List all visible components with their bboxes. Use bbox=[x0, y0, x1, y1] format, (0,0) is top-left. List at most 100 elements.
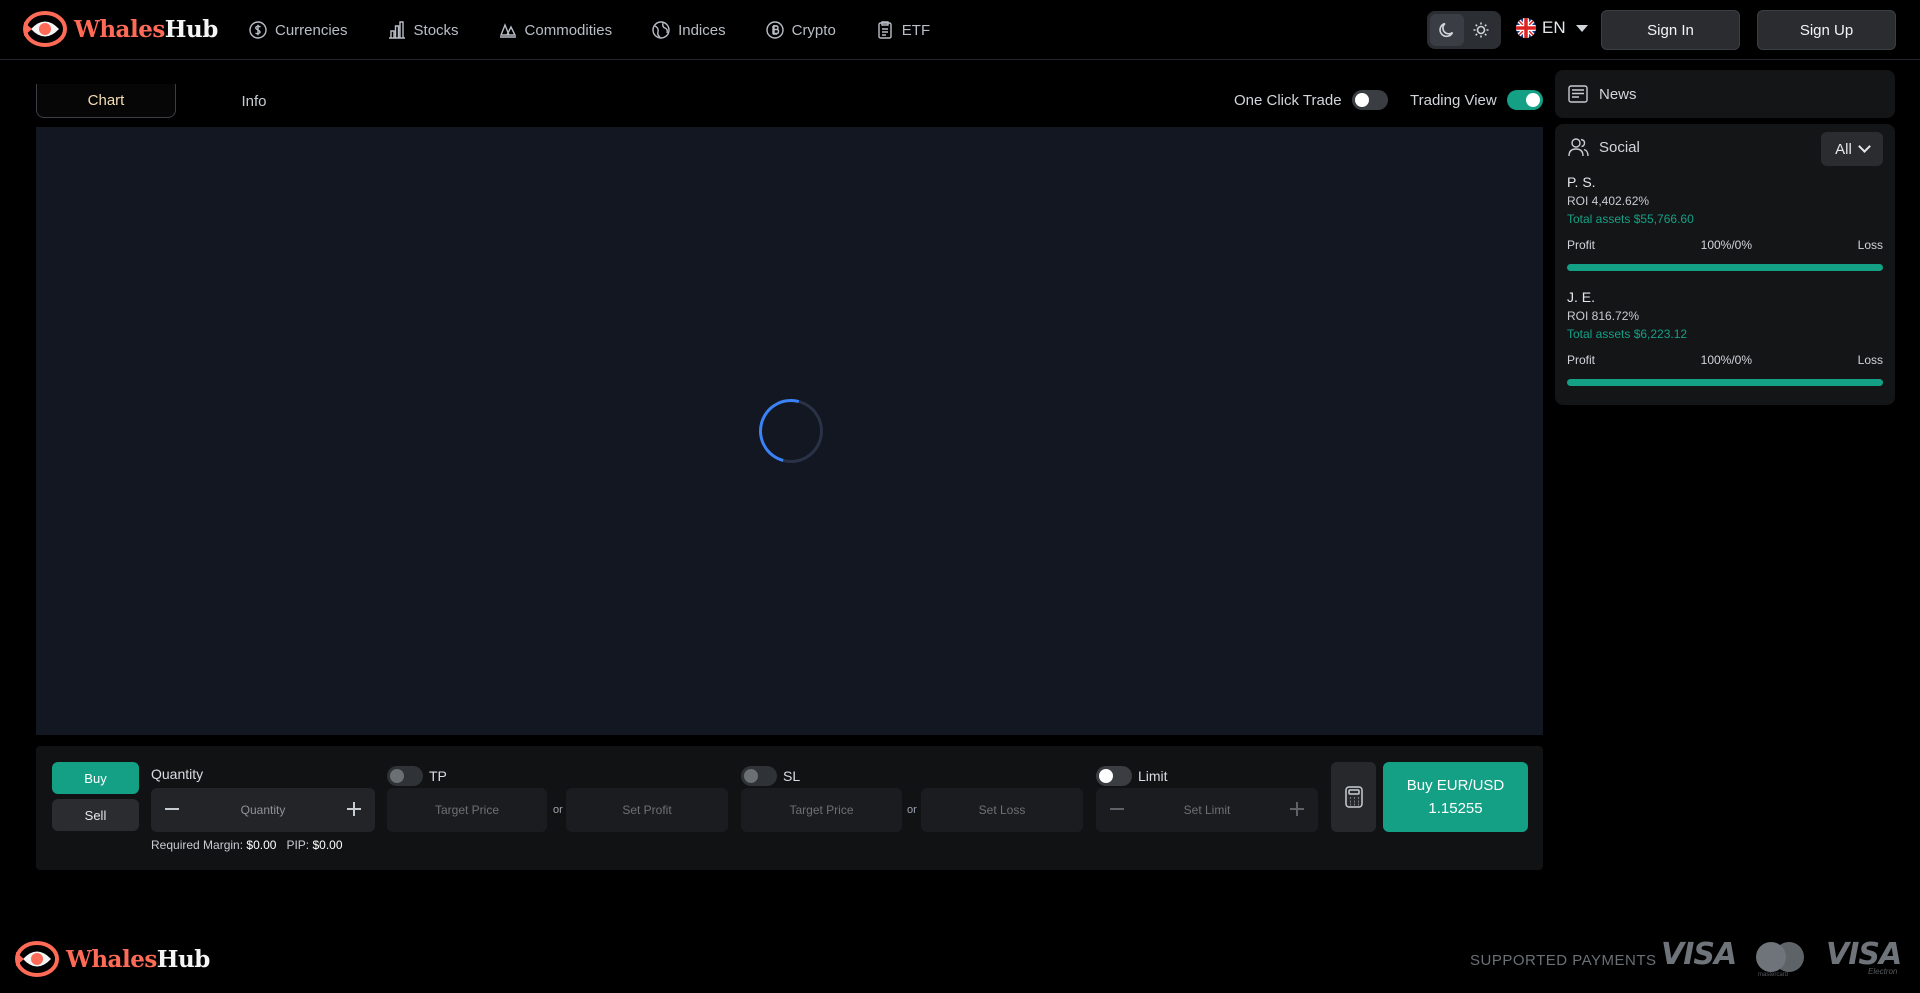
pip-label: PIP: bbox=[286, 838, 310, 852]
social-title: Social bbox=[1599, 138, 1640, 156]
filter-value: All bbox=[1835, 140, 1852, 158]
visa-electron-label: Electron bbox=[1868, 967, 1898, 976]
tp-target-price-input[interactable]: Target Price bbox=[387, 788, 547, 832]
calculator-icon bbox=[1344, 786, 1363, 808]
visa-logo: VISA bbox=[1661, 937, 1737, 972]
sl-target-price-input[interactable]: Target Price bbox=[741, 788, 902, 832]
tp-switch[interactable] bbox=[387, 766, 423, 786]
limit-label: Limit bbox=[1096, 766, 1168, 786]
buy-side-button[interactable]: Buy bbox=[52, 762, 139, 794]
loss-label: Loss bbox=[1857, 353, 1883, 367]
sl-switch[interactable] bbox=[741, 766, 777, 786]
profit-bar bbox=[1567, 264, 1883, 271]
commodities-icon bbox=[499, 23, 516, 38]
one-click-trade-toggle[interactable]: One Click Trade bbox=[1234, 90, 1388, 110]
quantity-stepper[interactable]: Quantity bbox=[151, 788, 375, 832]
profit-loss-row: Profit 100%/0% Loss bbox=[1567, 353, 1883, 367]
limit-stepper[interactable]: Set Limit bbox=[1096, 788, 1318, 832]
required-margin-label: Required Margin: bbox=[151, 838, 244, 852]
sign-in-button[interactable]: Sign In bbox=[1601, 10, 1740, 50]
quantity-label: Quantity bbox=[151, 766, 203, 782]
language-selector[interactable]: EN bbox=[1516, 18, 1588, 38]
bitcoin-icon bbox=[765, 21, 784, 39]
nav-label: Crypto bbox=[791, 21, 836, 39]
profit-loss-ratio: 100%/0% bbox=[1700, 238, 1753, 252]
light-mode-button[interactable] bbox=[1464, 14, 1498, 46]
buy-button-price: 1.15255 bbox=[1428, 800, 1483, 817]
footer-logo[interactable]: WhalesHub bbox=[14, 940, 210, 978]
tab-chart[interactable]: Chart bbox=[36, 84, 176, 118]
nav-currencies[interactable]: Currencies bbox=[248, 20, 348, 40]
nav-commodities[interactable]: Commodities bbox=[498, 20, 612, 40]
minus-icon[interactable] bbox=[163, 800, 181, 818]
newspaper-icon bbox=[1568, 85, 1588, 103]
brand-name-part2: Hub bbox=[164, 15, 219, 43]
dark-mode-button[interactable] bbox=[1430, 14, 1464, 46]
loading-spinner bbox=[747, 387, 835, 475]
theme-toggle bbox=[1427, 11, 1501, 49]
chart-area[interactable] bbox=[36, 127, 1543, 735]
sell-side-button[interactable]: Sell bbox=[52, 799, 139, 831]
sign-up-button[interactable]: Sign Up bbox=[1757, 10, 1896, 50]
whaleshub-logo-icon bbox=[15, 941, 59, 977]
brand-name: WhalesHub bbox=[74, 16, 218, 43]
brand-name: WhalesHub bbox=[66, 946, 210, 973]
brand-name-part1: Whales bbox=[66, 945, 157, 973]
social-header: Social bbox=[1567, 136, 1640, 158]
required-margin-value: $0.00 bbox=[246, 838, 277, 852]
tab-info[interactable]: Info bbox=[184, 84, 324, 118]
sl-label: SL bbox=[741, 766, 800, 786]
nav-label: ETF bbox=[901, 21, 931, 39]
pip-value: $0.00 bbox=[312, 838, 343, 852]
trader-card[interactable]: P. S. ROI 4,402.62% Total assets $55,766… bbox=[1567, 174, 1883, 271]
nav-label: Indices bbox=[678, 21, 726, 39]
trader-roi: ROI 816.72% bbox=[1567, 309, 1640, 323]
trader-card[interactable]: J. E. ROI 816.72% Total assets $6,223.12… bbox=[1567, 289, 1883, 386]
brand-logo[interactable]: WhalesHub bbox=[22, 10, 218, 48]
minus-icon[interactable] bbox=[1108, 800, 1126, 818]
trade-panel: Buy Sell Quantity Quantity TP Target Pri… bbox=[36, 746, 1543, 870]
tp-label: TP bbox=[387, 766, 447, 786]
sl-set-loss-input[interactable]: Set Loss bbox=[921, 788, 1083, 832]
tp-set-profit-input[interactable]: Set Profit bbox=[566, 788, 728, 832]
language-code: EN bbox=[1542, 18, 1566, 37]
buy-eurusd-button[interactable]: Buy EUR/USD 1.15255 bbox=[1383, 762, 1528, 832]
trader-assets: Total assets $6,223.12 bbox=[1567, 327, 1688, 341]
news-panel[interactable]: News bbox=[1555, 70, 1895, 118]
main-nav: Currencies Stocks Commodities Indices Cr… bbox=[248, 0, 969, 60]
nav-crypto[interactable]: Crypto bbox=[765, 20, 836, 40]
mastercard-logo bbox=[1756, 942, 1804, 972]
trader-roi: ROI 4,402.62% bbox=[1567, 194, 1650, 208]
or-text: or bbox=[553, 804, 563, 816]
nav-stocks[interactable]: Stocks bbox=[387, 20, 459, 40]
profit-loss-row: Profit 100%/0% Loss bbox=[1567, 238, 1883, 252]
uk-flag-icon bbox=[1516, 18, 1536, 38]
top-header: WhalesHub Currencies Stocks Commodities … bbox=[0, 0, 1920, 60]
trading-view-label: Trading View bbox=[1410, 91, 1497, 109]
nav-indices[interactable]: Indices bbox=[651, 20, 726, 40]
quantity-label-text: Quantity bbox=[151, 766, 204, 782]
trading-view-toggle[interactable]: Trading View bbox=[1410, 90, 1543, 110]
quantity-input[interactable]: Quantity bbox=[241, 803, 286, 817]
trading-view-switch[interactable] bbox=[1506, 90, 1543, 110]
whaleshub-logo-icon bbox=[23, 11, 67, 47]
trader-name: P. S. bbox=[1567, 174, 1596, 190]
social-filter-dropdown[interactable]: All bbox=[1821, 132, 1883, 166]
limit-input[interactable]: Set Limit bbox=[1184, 803, 1231, 817]
globe-icon bbox=[652, 21, 670, 39]
or-text: or bbox=[907, 804, 917, 816]
news-title: News bbox=[1599, 85, 1637, 103]
moon-icon bbox=[1439, 22, 1454, 38]
profit-label: Profit bbox=[1567, 353, 1596, 367]
plus-icon[interactable] bbox=[1288, 800, 1306, 818]
limit-switch[interactable] bbox=[1096, 766, 1132, 786]
caret-down-icon bbox=[1575, 24, 1588, 32]
one-click-trade-label: One Click Trade bbox=[1234, 91, 1342, 109]
nav-etf[interactable]: ETF bbox=[875, 20, 930, 40]
social-panel: Social All P. S. ROI 4,402.62% Total ass… bbox=[1555, 124, 1895, 405]
calculator-button[interactable] bbox=[1331, 762, 1376, 832]
one-click-trade-switch[interactable] bbox=[1351, 90, 1388, 110]
plus-icon[interactable] bbox=[345, 800, 363, 818]
clipboard-icon bbox=[878, 21, 892, 39]
profit-label: Profit bbox=[1567, 238, 1596, 252]
